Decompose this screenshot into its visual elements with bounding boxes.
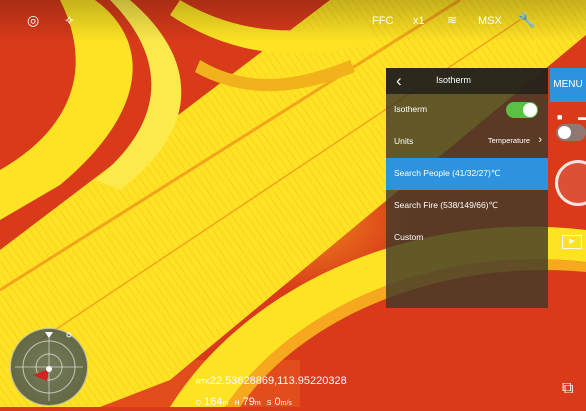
height-unit: m (254, 400, 261, 407)
row-label: Units (394, 136, 414, 146)
rtk-label: RTK (196, 379, 210, 386)
map-switch-icon[interactable]: ⧉ (562, 380, 573, 398)
compass-icon[interactable]: ⟡ (65, 12, 74, 28)
photo-video-switch[interactable] (556, 124, 586, 141)
height-label: H (234, 400, 240, 407)
switch-knob (558, 126, 571, 139)
radar-widget[interactable] (10, 328, 88, 406)
photo-mode-icon: ▬ (578, 112, 586, 122)
palette-icon[interactable]: ≋ (447, 12, 457, 28)
distance-unit: m (222, 400, 229, 407)
ffc-button[interactable]: FFC (372, 14, 393, 28)
isotherm-toggle-row[interactable]: Isotherm (386, 94, 548, 126)
isotherm-panel: ‹ Isotherm Isotherm Units Temperature › … (386, 68, 548, 308)
home-point-icon (46, 366, 52, 372)
row-label: Search Fire (538/149/66)℃ (394, 200, 499, 210)
gimbal-indicator-icon (66, 332, 72, 338)
msx-button[interactable]: MSX (478, 14, 502, 28)
flight-stats-line: D 164m H 79m S 0m/s (196, 395, 347, 411)
radar-graphic (15, 332, 83, 401)
row-label: Search People (41/32/27)℃ (394, 168, 501, 178)
gps-line: RTK22.53628869,113.95220328 (196, 374, 347, 390)
panel-title: Isotherm (436, 75, 472, 85)
camera-icon: ■ (557, 112, 563, 122)
search-fire-option[interactable]: Search Fire (538/149/66)℃ (386, 190, 548, 222)
target-icon[interactable]: ◎ (27, 12, 39, 28)
search-people-option[interactable]: Search People (41/32/27)℃ (386, 158, 548, 190)
gps-coordinates: 22.53628869,113.95220328 (209, 375, 347, 387)
units-value: Temperature (487, 136, 530, 145)
isotherm-switch[interactable] (506, 102, 538, 118)
north-marker-icon (45, 332, 53, 338)
height-value: 79 (242, 396, 255, 408)
distance-value: 164 (204, 396, 223, 408)
top-toolbar: ◎ ⟡ FFC x1 ≋ MSX 🔧 (0, 0, 586, 42)
speed-unit: m/s (280, 400, 292, 407)
back-chevron-icon[interactable]: ‹ (396, 71, 402, 91)
row-label: Custom (394, 232, 424, 242)
custom-option[interactable]: Custom (386, 222, 548, 254)
menu-button[interactable]: MENU (550, 68, 586, 102)
distance-label: D (196, 400, 202, 407)
units-row[interactable]: Units Temperature › (386, 126, 548, 158)
switch-knob (523, 103, 537, 117)
zoom-button[interactable]: x1 (413, 14, 425, 28)
speed-label: S (266, 400, 272, 407)
telemetry-readout: RTK22.53628869,113.95220328 D 164m H 79m… (196, 374, 347, 411)
playback-icon[interactable]: ▶ (562, 235, 582, 249)
wrench-icon[interactable]: 🔧 (518, 12, 535, 28)
chevron-right-icon: › (538, 134, 542, 146)
panel-header: ‹ Isotherm (386, 68, 548, 94)
row-label: Isotherm (394, 104, 428, 114)
